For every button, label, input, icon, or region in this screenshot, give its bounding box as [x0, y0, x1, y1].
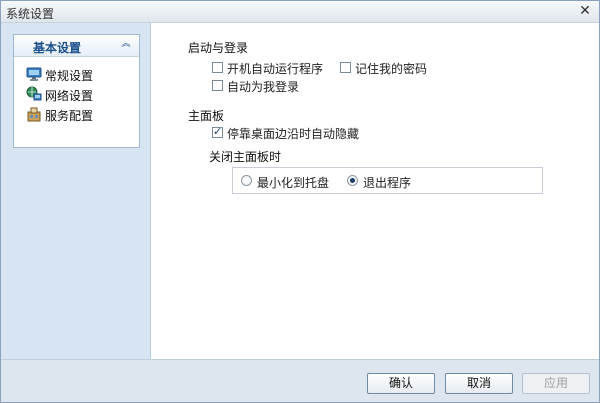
section-divider [232, 113, 543, 114]
checkbox-box [212, 125, 223, 138]
network-icon [26, 86, 42, 101]
ok-button[interactable]: 确认 [367, 373, 435, 394]
panel-header[interactable]: 基本设置 ︽ [14, 35, 139, 57]
auto-hide-checkbox[interactable]: 停靠桌面边沿时自动隐藏 [212, 125, 362, 141]
checkbox-label: 开机自动运行程序 [227, 62, 324, 76]
main-panel-section-title: 主面板 [188, 109, 225, 123]
auto-run-checkbox[interactable]: 开机自动运行程序 [212, 60, 327, 76]
radio-dot [347, 175, 358, 186]
sidebar-item-general[interactable]: 常规设置 [26, 65, 136, 83]
sidebar: 基本设置 ︽ 常规设置 网络设置 服务配置 [1, 23, 151, 359]
dialog-footer: 确认 取消 应用 [1, 359, 599, 402]
close-action-group: 最小化到托盘 退出程序 [232, 167, 543, 194]
settings-window: 系统设置 ✕ 基本设置 ︽ 常规设置 网络设置 服务配置 启动与登录 开机自动运… [0, 0, 600, 403]
cancel-button[interactable]: 取消 [445, 373, 513, 394]
radio-label: 退出程序 [363, 176, 412, 190]
section-divider [256, 45, 543, 46]
sidebar-item-network[interactable]: 网络设置 [26, 85, 136, 103]
radio-dot [241, 175, 252, 186]
startup-section-title: 启动与登录 [188, 41, 249, 55]
auto-login-checkbox[interactable]: 自动为我登录 [212, 78, 307, 94]
close-icon[interactable]: ✕ [577, 4, 593, 20]
checkbox-label: 自动为我登录 [227, 80, 300, 94]
checkbox-label: 停靠桌面边沿时自动隐藏 [227, 127, 360, 141]
panel-title: 基本设置 [33, 41, 82, 55]
exit-program-radio[interactable]: 退出程序 [347, 174, 427, 190]
title-bar: 系统设置 ✕ [1, 1, 599, 23]
monitor-icon [26, 67, 42, 81]
sidebar-item-service[interactable]: 服务配置 [26, 105, 136, 123]
service-icon [27, 107, 41, 122]
checkbox-box [212, 62, 223, 73]
checkbox-label: 记住我的密码 [355, 62, 428, 76]
content-area: 启动与登录 开机自动运行程序 记住我的密码 自动为我登录 主面板 停靠桌面边沿时… [152, 23, 599, 359]
chevron-up-icon[interactable]: ︽ [121, 40, 131, 50]
sidebar-item-label: 网络设置 [45, 89, 94, 103]
sidebar-panel: 基本设置 ︽ 常规设置 网络设置 服务配置 [13, 34, 140, 148]
close-panel-label: 关闭主面板时 [209, 150, 282, 164]
window-title: 系统设置 [6, 7, 55, 21]
checkbox-box [212, 80, 223, 91]
radio-label: 最小化到托盘 [257, 176, 330, 190]
minimize-to-tray-radio[interactable]: 最小化到托盘 [241, 174, 331, 190]
apply-button[interactable]: 应用 [522, 373, 590, 394]
remember-password-checkbox[interactable]: 记住我的密码 [340, 60, 435, 76]
sidebar-item-label: 服务配置 [45, 109, 94, 123]
checkbox-box [340, 62, 351, 73]
sidebar-item-label: 常规设置 [45, 69, 94, 83]
